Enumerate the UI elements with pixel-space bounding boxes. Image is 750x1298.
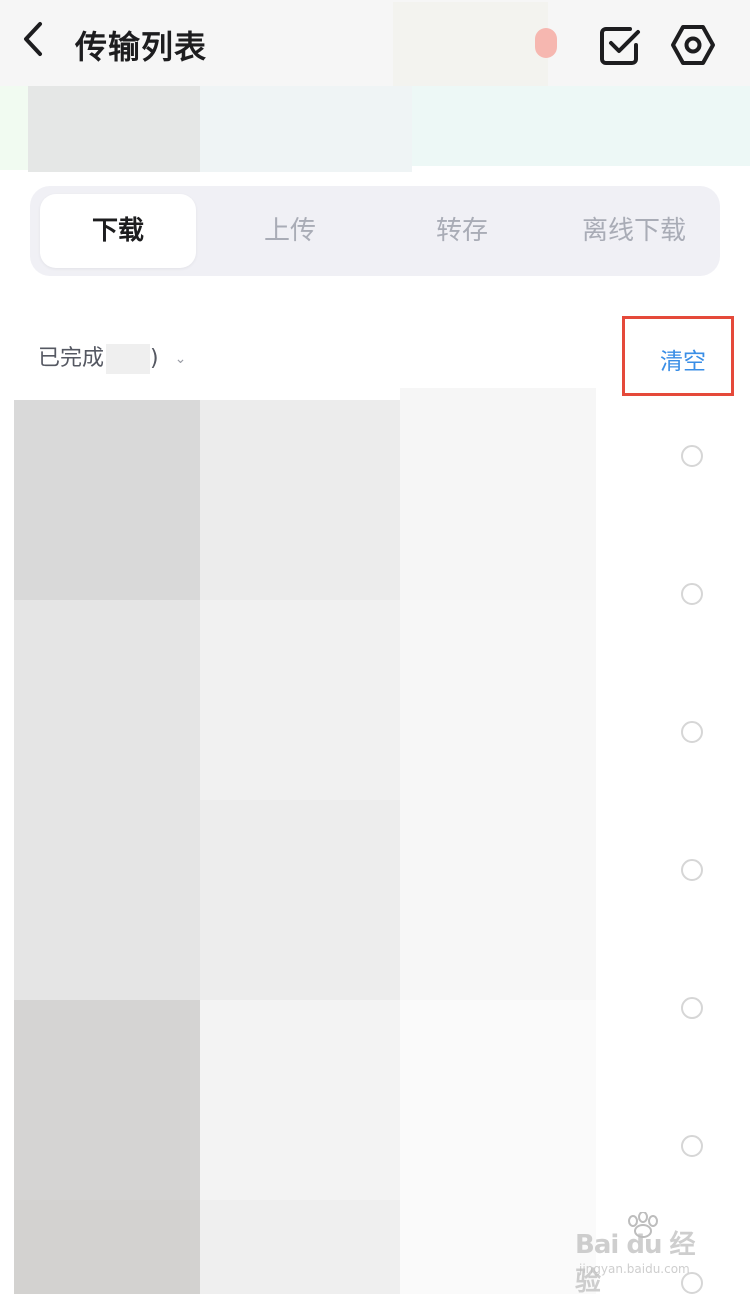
notification-dot bbox=[535, 28, 557, 58]
blurred-count bbox=[106, 344, 151, 374]
checkbox-icon bbox=[600, 27, 640, 65]
list-thumbnail bbox=[14, 1000, 200, 1200]
select-radio[interactable] bbox=[681, 859, 703, 881]
list-item-text bbox=[200, 800, 400, 1000]
list-item-text bbox=[200, 600, 400, 800]
top-bar: 传输列表 bbox=[0, 0, 750, 90]
list-item-text bbox=[400, 600, 596, 1000]
blurred-region bbox=[393, 2, 548, 86]
select-radio[interactable] bbox=[681, 445, 703, 467]
tab-transfer-save[interactable]: 转存 bbox=[384, 194, 540, 268]
select-radio[interactable] bbox=[681, 721, 703, 743]
watermark-text: Bai du 经验 bbox=[575, 1230, 696, 1297]
list-thumbnail bbox=[14, 600, 200, 1000]
watermark: Bai du 经验 jingyan.baidu.com bbox=[575, 1212, 715, 1297]
select-radio[interactable] bbox=[681, 1135, 703, 1157]
list-item-text bbox=[200, 1200, 400, 1294]
multi-select-button[interactable] bbox=[598, 23, 642, 67]
select-radio[interactable] bbox=[681, 997, 703, 1019]
transfer-tabs: 下载 上传 转存 离线下载 bbox=[30, 186, 720, 276]
list-item-text bbox=[200, 1000, 400, 1200]
watermark-url: jingyan.baidu.com bbox=[579, 1262, 690, 1276]
filter-label: 已完成 bbox=[38, 346, 105, 371]
tab-download[interactable]: 下载 bbox=[40, 194, 196, 268]
tab-offline-download[interactable]: 离线下载 bbox=[556, 194, 712, 268]
list-item-text bbox=[200, 400, 400, 600]
filter-paren: ) bbox=[150, 346, 159, 371]
file-list bbox=[14, 388, 596, 1294]
select-radio[interactable] bbox=[681, 583, 703, 605]
page-title: 传输列表 bbox=[75, 28, 208, 66]
highlight-annotation bbox=[622, 316, 734, 396]
chevron-down-icon: ⌄ bbox=[174, 351, 187, 367]
chevron-left-icon bbox=[24, 22, 42, 56]
tab-upload[interactable]: 上传 bbox=[212, 194, 368, 268]
list-thumbnail bbox=[14, 400, 200, 600]
back-button[interactable] bbox=[14, 18, 54, 62]
list-thumbnail bbox=[14, 1200, 200, 1294]
banner-area bbox=[0, 86, 750, 172]
list-item-text bbox=[400, 1000, 596, 1294]
gear-icon bbox=[671, 25, 715, 65]
settings-button[interactable] bbox=[670, 22, 716, 68]
list-item-text bbox=[400, 388, 596, 600]
completed-filter[interactable]: 已完成) ⌄ bbox=[38, 340, 186, 374]
